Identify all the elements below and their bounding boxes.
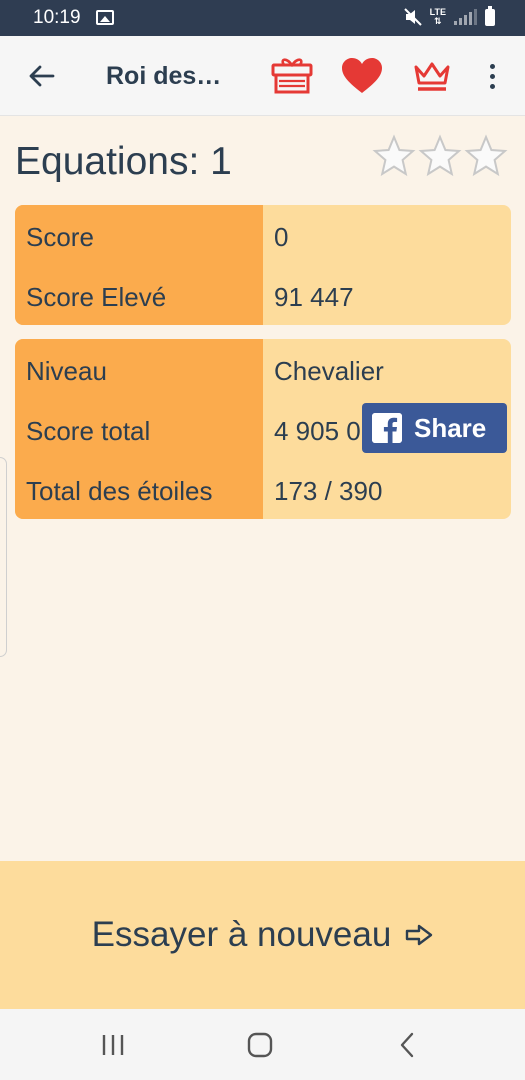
- status-bar: 10:19 LTE ⇅: [0, 0, 525, 36]
- favorites-button[interactable]: [340, 54, 384, 98]
- status-time: 10:19: [33, 7, 81, 28]
- rank-row: Niveau Chevalier: [15, 351, 511, 391]
- facebook-logo-icon: [372, 413, 402, 443]
- back-button[interactable]: [24, 58, 60, 94]
- star-empty-icon: [372, 134, 416, 177]
- more-vert-icon[interactable]: [480, 58, 504, 94]
- home-button[interactable]: [240, 1029, 280, 1061]
- row-value: Chevalier: [274, 356, 384, 386]
- side-drawer-handle[interactable]: [0, 457, 7, 657]
- high-score-row: Score Elevé 91 447: [15, 277, 511, 317]
- retry-button[interactable]: Essayer à nouveau: [0, 861, 525, 1009]
- back-icon: [400, 1032, 414, 1058]
- home-icon: [247, 1032, 273, 1058]
- row-label: Score: [26, 222, 94, 252]
- facebook-share-button[interactable]: Share: [362, 403, 507, 453]
- row-label: Niveau: [26, 356, 107, 386]
- recents-icon: [102, 1035, 124, 1055]
- battery-icon: [485, 5, 495, 26]
- app-bar: Roi des…: [0, 36, 525, 116]
- score-card: Score 0 Score Elevé 91 447: [15, 205, 511, 325]
- status-icons: LTE ⇅: [403, 5, 495, 26]
- star-empty-icon: [418, 134, 462, 177]
- row-label: Score Elevé: [26, 282, 167, 312]
- retry-label: Essayer à nouveau: [91, 915, 392, 954]
- row-value: 173 / 390: [274, 476, 383, 506]
- score-row: Score 0: [15, 217, 511, 257]
- row-value: 4 905 0: [274, 416, 361, 446]
- lte-data-icon: LTE ⇅: [429, 7, 446, 26]
- row-label: Score total: [26, 416, 151, 446]
- row-value: 0: [274, 222, 289, 252]
- mute-icon: [403, 8, 422, 26]
- crown-icon: [414, 62, 450, 91]
- leaderboard-button[interactable]: [410, 54, 454, 98]
- gift-icon: [271, 58, 313, 94]
- total-stars-row: Total des étoiles 173 / 390: [15, 471, 511, 511]
- heart-icon: [342, 58, 382, 93]
- row-value: 91 447: [274, 282, 354, 312]
- row-label: Total des étoiles: [26, 476, 213, 506]
- nav-back-button[interactable]: [387, 1029, 427, 1061]
- recents-button[interactable]: [93, 1029, 133, 1061]
- image-icon: [96, 10, 114, 25]
- signal-icon: [454, 9, 477, 25]
- star-rating: [372, 134, 508, 178]
- arrow-right-outline-icon: [406, 924, 433, 946]
- gift-button[interactable]: [270, 54, 314, 98]
- share-label: Share: [414, 412, 487, 443]
- back-arrow-icon: [29, 65, 55, 87]
- system-nav-bar: [0, 1009, 525, 1080]
- app-title: Roi des…: [106, 62, 222, 90]
- star-empty-icon: [464, 134, 508, 177]
- level-title: Equations: 1: [15, 140, 232, 183]
